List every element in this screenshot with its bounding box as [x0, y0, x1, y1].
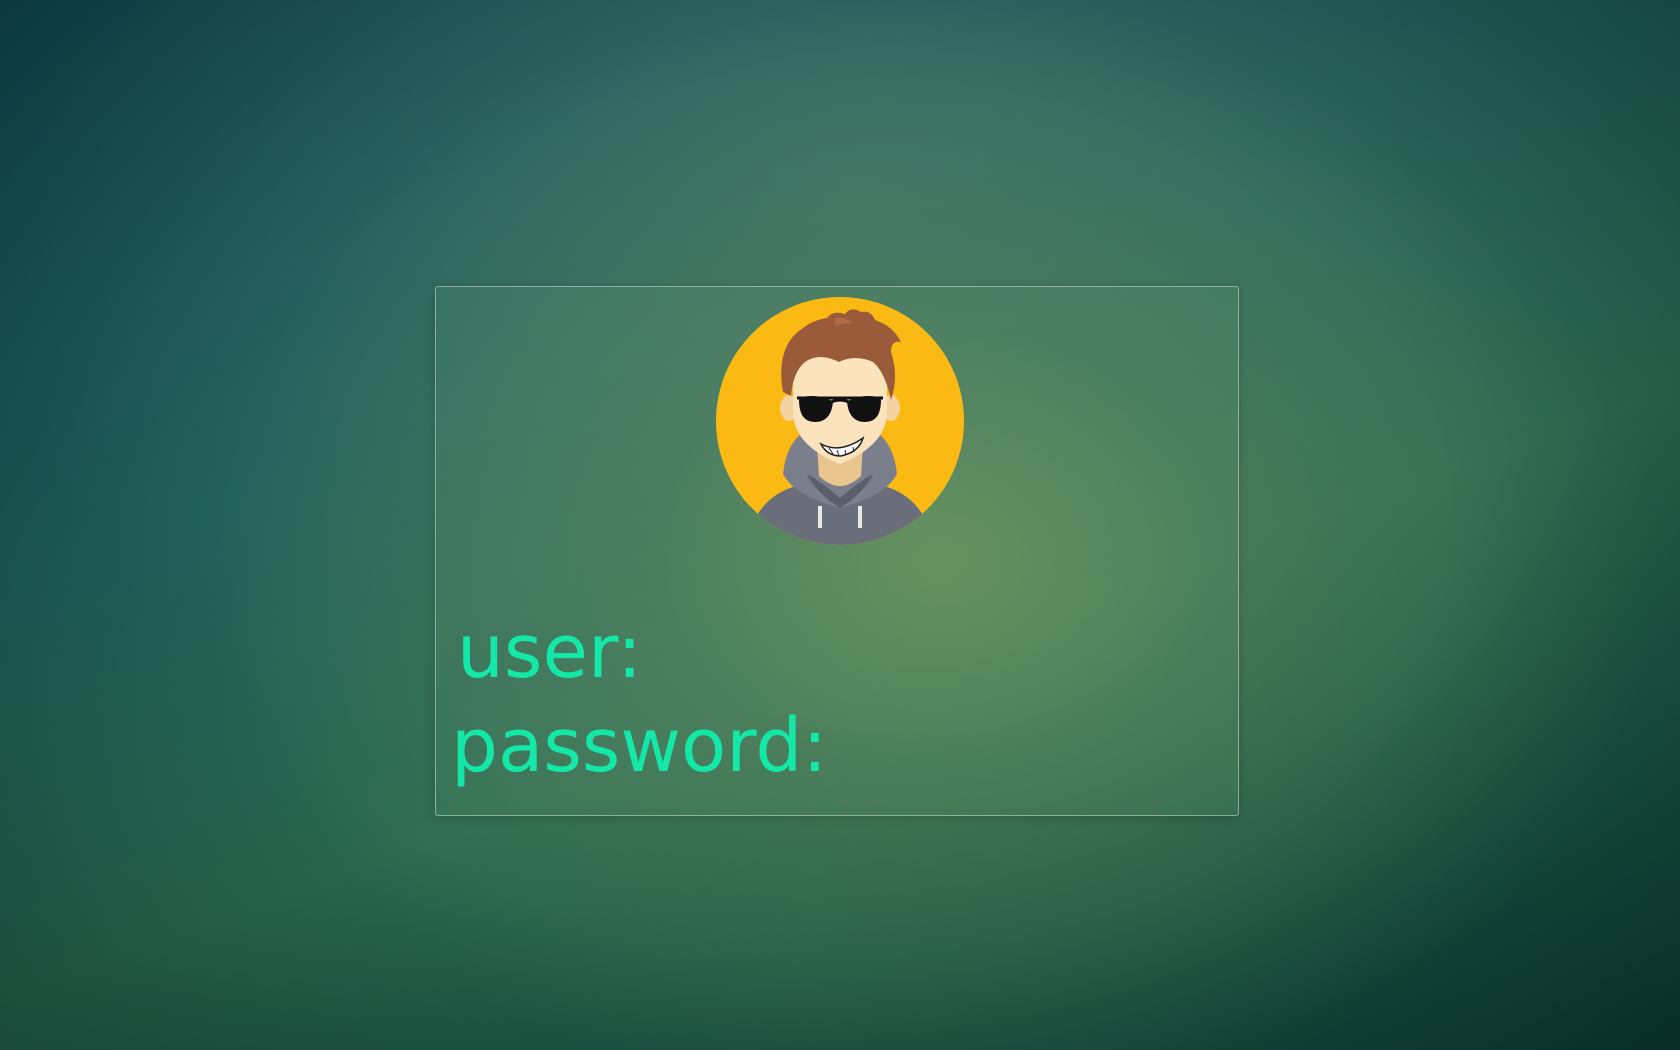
login-panel: user: password:: [435, 286, 1239, 816]
password-label: password:: [451, 703, 828, 789]
user-avatar-icon: [715, 296, 965, 546]
user-label: user:: [457, 609, 643, 695]
